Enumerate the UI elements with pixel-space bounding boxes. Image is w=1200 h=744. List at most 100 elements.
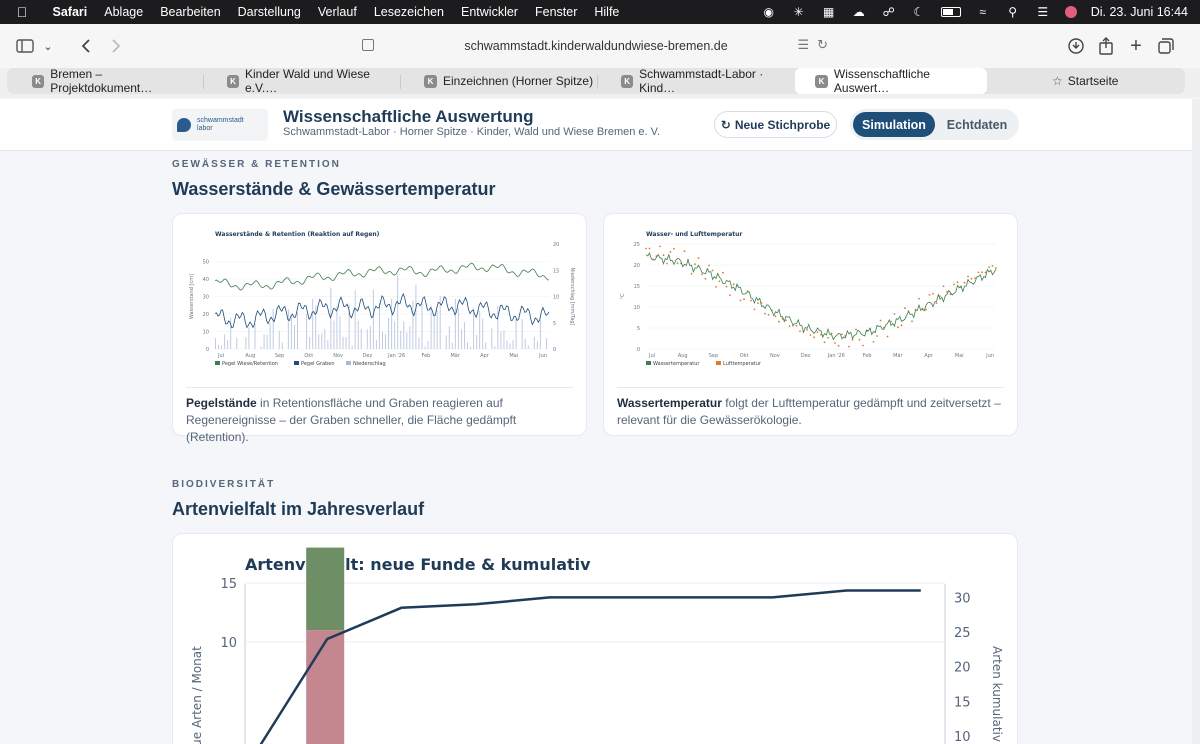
- rain-bar: [245, 337, 247, 349]
- legend-swatch: [646, 361, 651, 365]
- rain-bar: [430, 306, 432, 349]
- wifi-icon[interactable]: ≈: [975, 5, 991, 19]
- menu-fenster[interactable]: Fenster: [526, 5, 585, 19]
- rain-bar: [378, 303, 380, 349]
- x-tick-label: Jun: [538, 353, 547, 359]
- rain-bar: [360, 328, 362, 349]
- rain-bar: [473, 308, 475, 349]
- mode-toggle: Simulation Echtdaten: [850, 109, 1019, 140]
- tab-kinder-wald-wiese[interactable]: K Kinder Wald und Wiese e.V.…: [223, 67, 393, 95]
- y-tick-label: 5: [637, 326, 640, 332]
- rain-bar: [218, 344, 220, 349]
- air-temp-point: [893, 313, 896, 315]
- battery-icon[interactable]: [940, 7, 961, 17]
- rain-bar: [309, 337, 311, 349]
- tab-projektdokument[interactable]: K Bremen – Projektdokument…: [28, 67, 198, 95]
- air-temp-point: [788, 325, 791, 327]
- chart-card-water-levels: Wasserstände & Retention (Reaktion auf R…: [172, 213, 587, 444]
- page-scrollbar[interactable]: [1192, 99, 1200, 744]
- menu-app-name[interactable]: Safari: [44, 5, 96, 19]
- apple-menu-icon[interactable]: : [0, 4, 44, 20]
- page-settings-icon[interactable]: [362, 39, 374, 51]
- browser-toolbar: ⌄ schwammstadt.kinderwaldundwiese-bremen…: [0, 24, 1200, 68]
- rain-bar: [315, 305, 317, 349]
- y-tick-label: 50: [203, 260, 209, 266]
- share-icon[interactable]: [1096, 34, 1116, 58]
- rain-bar: [460, 329, 462, 349]
- rain-bar: [327, 340, 329, 349]
- camera-status-icon[interactable]: ◉: [761, 5, 777, 19]
- sidebar-toggle-icon[interactable]: [14, 34, 36, 58]
- card-divider: [186, 387, 573, 388]
- x-tick-label: Mär: [450, 353, 460, 359]
- rain-bar: [278, 330, 280, 349]
- user-avatar-icon[interactable]: [1064, 6, 1077, 18]
- control-center-icon[interactable]: ☰: [1035, 5, 1051, 19]
- menu-verlauf[interactable]: Verlauf: [309, 5, 365, 19]
- bar-tiere: [306, 547, 345, 631]
- translate-icon[interactable]: ☰: [797, 37, 809, 53]
- tab-overview-icon[interactable]: [1156, 34, 1176, 58]
- new-sample-button[interactable]: ↻ Neue Stichprobe: [714, 111, 837, 138]
- air-temp-point: [795, 325, 798, 327]
- forward-icon[interactable]: [106, 34, 126, 58]
- mode-real-data-button[interactable]: Echtdaten: [938, 112, 1016, 137]
- rain-bar: [515, 318, 517, 349]
- series-line-retention: [214, 262, 550, 291]
- rain-bar: [375, 340, 377, 349]
- rain-bar: [406, 332, 408, 349]
- rain-bar: [527, 345, 529, 349]
- cloud-icon[interactable]: ☁: [851, 5, 867, 19]
- logo-line-2: labor: [197, 125, 213, 132]
- menu-bearbeiten[interactable]: Bearbeiten: [152, 5, 229, 19]
- site-logo[interactable]: schwammstadt labor: [172, 109, 268, 141]
- section-eyebrow-water: GEWÄSSER & RETENTION: [172, 159, 341, 170]
- back-icon[interactable]: [76, 34, 96, 58]
- legend-swatch: [294, 361, 299, 365]
- air-temp-point: [722, 271, 724, 274]
- downloads-icon[interactable]: [1066, 34, 1086, 58]
- tab-einzeichnen[interactable]: K Einzeichnen (Horner Spitze): [420, 68, 595, 94]
- address-bar[interactable]: schwammstadt.kinderwaldundwiese-bremen.d…: [354, 33, 838, 59]
- rain-bar: [497, 306, 499, 349]
- menu-lesezeichen[interactable]: Lesezeichen: [365, 5, 452, 19]
- caption-bold: Wassertemperatur: [617, 396, 722, 410]
- x-tick-label: Jan '26: [827, 353, 845, 359]
- rain-bar: [397, 274, 399, 349]
- page-title: Wissenschaftliche Auswertung: [283, 107, 534, 126]
- air-temp-point: [872, 341, 875, 343]
- mode-simulation-button[interactable]: Simulation: [853, 112, 935, 137]
- menu-hilfe[interactable]: Hilfe: [586, 5, 628, 19]
- chevron-down-icon[interactable]: ⌄: [40, 34, 56, 58]
- url-text[interactable]: schwammstadt.kinderwaldundwiese-bremen.d…: [464, 39, 727, 53]
- air-temp-point: [862, 344, 864, 347]
- rain-bar: [457, 308, 459, 349]
- rain-bar: [269, 322, 271, 349]
- favicon-icon: K: [227, 74, 239, 88]
- rain-bar: [227, 340, 229, 349]
- menu-ablage[interactable]: Ablage: [96, 5, 152, 19]
- spotlight-search-icon[interactable]: ⚲: [1005, 5, 1021, 19]
- air-temp-point: [995, 267, 997, 269]
- tab-wissenschaftliche-auswertung[interactable]: K Wissenschaftliche Auswert…: [795, 67, 987, 95]
- tab-separator: [597, 75, 598, 89]
- air-temp-point: [876, 335, 878, 337]
- tab-schwammstadt-labor[interactable]: K Schwammstadt-Labor · Kind…: [617, 67, 792, 95]
- x-tick-label: Okt: [740, 353, 749, 359]
- tab-startseite[interactable]: ☆ Startseite: [1048, 68, 1168, 94]
- moon-icon[interactable]: ☾: [911, 5, 927, 19]
- extension-status-icon[interactable]: ▦: [821, 5, 837, 19]
- menubar-clock[interactable]: Di. 23. Juni 16:44: [1091, 5, 1188, 19]
- menu-entwickler[interactable]: Entwickler: [453, 5, 527, 19]
- rain-bar: [263, 334, 265, 349]
- rain-bar: [521, 319, 523, 349]
- brightness-icon[interactable]: ✳: [791, 5, 807, 19]
- rain-bar: [433, 313, 435, 349]
- new-tab-icon[interactable]: +: [1126, 34, 1146, 58]
- menu-darstellung[interactable]: Darstellung: [229, 5, 309, 19]
- y-tick-label: 15: [220, 577, 237, 592]
- reload-icon[interactable]: ↻: [817, 37, 828, 53]
- rain-bar: [451, 342, 453, 349]
- cloud-sync-icon[interactable]: ☍: [881, 5, 897, 19]
- rain-bar: [339, 316, 341, 349]
